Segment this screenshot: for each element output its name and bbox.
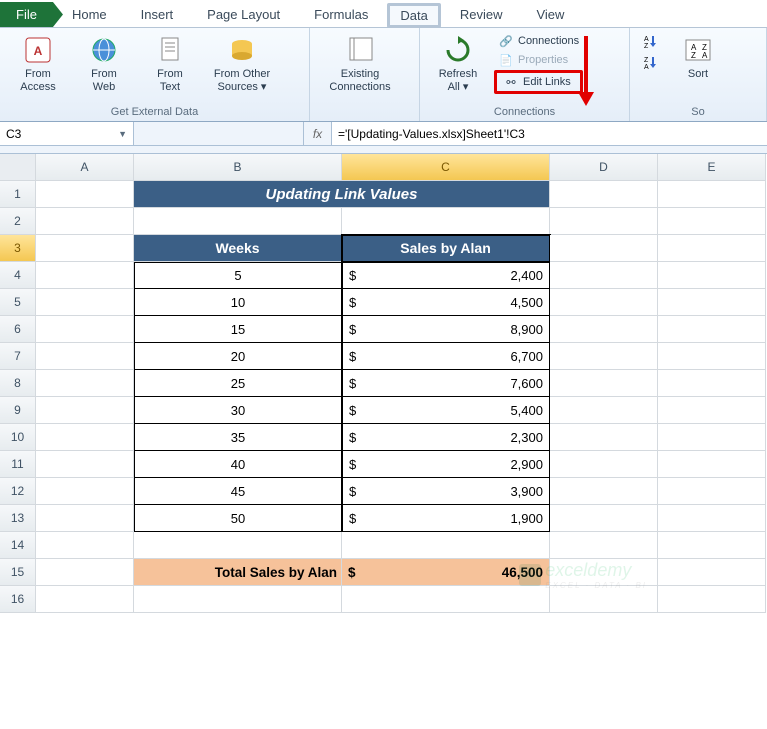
connections-button[interactable]: 🔗 Connections <box>494 32 583 50</box>
from-access-button[interactable]: A FromAccess <box>8 32 68 95</box>
tab-home[interactable]: Home <box>57 1 122 27</box>
dropdown-icon[interactable]: ▼ <box>118 129 127 139</box>
group-external-data: Get External Data <box>0 104 309 121</box>
svg-text:Z: Z <box>691 51 696 60</box>
svg-text:A: A <box>644 36 649 43</box>
col-A[interactable]: A <box>36 154 134 181</box>
sort-asc-icon: AZ <box>642 33 658 49</box>
formula-input[interactable]: ='[Updating-Values.xlsx]Sheet1'!C3 <box>332 122 767 145</box>
table-row[interactable]: 25 <box>134 370 342 397</box>
tab-data[interactable]: Data <box>387 3 440 28</box>
properties-button: 📄 Properties <box>494 51 583 69</box>
row-2[interactable]: 2 <box>0 208 36 235</box>
connections-icon: 🔗 <box>498 33 514 49</box>
header-weeks[interactable]: Weeks <box>134 235 342 262</box>
access-icon: A <box>22 34 54 66</box>
table-row[interactable]: 15 <box>134 316 342 343</box>
edit-links-button[interactable]: ⚯ Edit Links <box>499 73 578 91</box>
total-value[interactable]: $46,500 <box>342 559 550 586</box>
table-row[interactable]: $2,400 <box>342 262 550 289</box>
svg-text:A: A <box>644 64 649 70</box>
table-row[interactable]: $6,700 <box>342 343 550 370</box>
table-row[interactable]: $2,900 <box>342 451 550 478</box>
col-B[interactable]: B <box>134 154 342 181</box>
ribbon: A FromAccess FromWeb FromText From Other… <box>0 28 767 122</box>
select-all-corner[interactable] <box>0 154 36 181</box>
title-cell[interactable]: Updating Link Values <box>134 181 550 208</box>
text-icon <box>154 34 186 66</box>
tab-review[interactable]: Review <box>445 1 518 27</box>
from-web-button[interactable]: FromWeb <box>74 32 134 95</box>
tab-insert[interactable]: Insert <box>126 1 189 27</box>
total-label[interactable]: Total Sales by Alan <box>134 559 342 586</box>
table-row[interactable]: 5 <box>134 262 342 289</box>
other-sources-icon <box>226 34 258 66</box>
row-3[interactable]: 3 <box>0 235 36 262</box>
table-row[interactable]: 35 <box>134 424 342 451</box>
table-row[interactable]: $5,400 <box>342 397 550 424</box>
refresh-icon <box>442 34 474 66</box>
table-row[interactable]: 30 <box>134 397 342 424</box>
sort-icon: AZZA <box>682 34 714 66</box>
table-row[interactable]: 20 <box>134 343 342 370</box>
existing-conn-icon <box>344 34 376 66</box>
table-row[interactable]: 50 <box>134 505 342 532</box>
tab-view[interactable]: View <box>521 1 579 27</box>
web-icon <box>88 34 120 66</box>
svg-text:Z: Z <box>644 43 649 49</box>
from-other-button[interactable]: From OtherSources ▾ <box>206 32 278 95</box>
from-text-button[interactable]: FromText <box>140 32 200 95</box>
svg-text:Z: Z <box>644 57 649 64</box>
table-row[interactable]: $3,900 <box>342 478 550 505</box>
tab-pagelayout[interactable]: Page Layout <box>192 1 295 27</box>
spreadsheet-grid[interactable]: A B C D E 1 Updating Link Values 2 3 Wee… <box>0 154 767 613</box>
table-row[interactable]: $7,600 <box>342 370 550 397</box>
properties-icon: 📄 <box>498 52 514 68</box>
col-D[interactable]: D <box>550 154 658 181</box>
existing-connections-button[interactable]: ExistingConnections <box>318 32 402 95</box>
table-row[interactable]: $4,500 <box>342 289 550 316</box>
sort-asc-button[interactable]: AZ <box>638 32 662 50</box>
table-row[interactable]: $1,900 <box>342 505 550 532</box>
table-row[interactable]: 45 <box>134 478 342 505</box>
fx-icon[interactable]: fx <box>304 122 332 145</box>
group-sort: So <box>630 104 766 121</box>
ribbon-tabs: File Home Insert Page Layout Formulas Da… <box>0 0 767 28</box>
col-C[interactable]: C <box>342 154 550 181</box>
name-box[interactable]: C3 ▼ <box>0 122 134 145</box>
col-E[interactable]: E <box>658 154 766 181</box>
table-row[interactable]: $8,900 <box>342 316 550 343</box>
row-1[interactable]: 1 <box>0 181 36 208</box>
tab-formulas[interactable]: Formulas <box>299 1 383 27</box>
tab-file[interactable]: File <box>0 2 53 27</box>
sort-desc-button[interactable]: ZA <box>638 53 662 71</box>
table-row[interactable]: $2,300 <box>342 424 550 451</box>
svg-text:A: A <box>702 51 708 60</box>
svg-text:A: A <box>34 44 43 58</box>
table-row[interactable]: 10 <box>134 289 342 316</box>
group-connections: Connections <box>420 104 629 121</box>
refresh-all-button[interactable]: RefreshAll ▾ <box>428 32 488 95</box>
table-row[interactable]: 40 <box>134 451 342 478</box>
header-sales[interactable]: Sales by Alan <box>342 235 550 262</box>
edit-links-icon: ⚯ <box>503 74 519 90</box>
sort-desc-icon: ZA <box>642 54 658 70</box>
formula-bar: C3 ▼ fx ='[Updating-Values.xlsx]Sheet1'!… <box>0 122 767 146</box>
sort-button[interactable]: AZZA Sort <box>668 32 728 83</box>
